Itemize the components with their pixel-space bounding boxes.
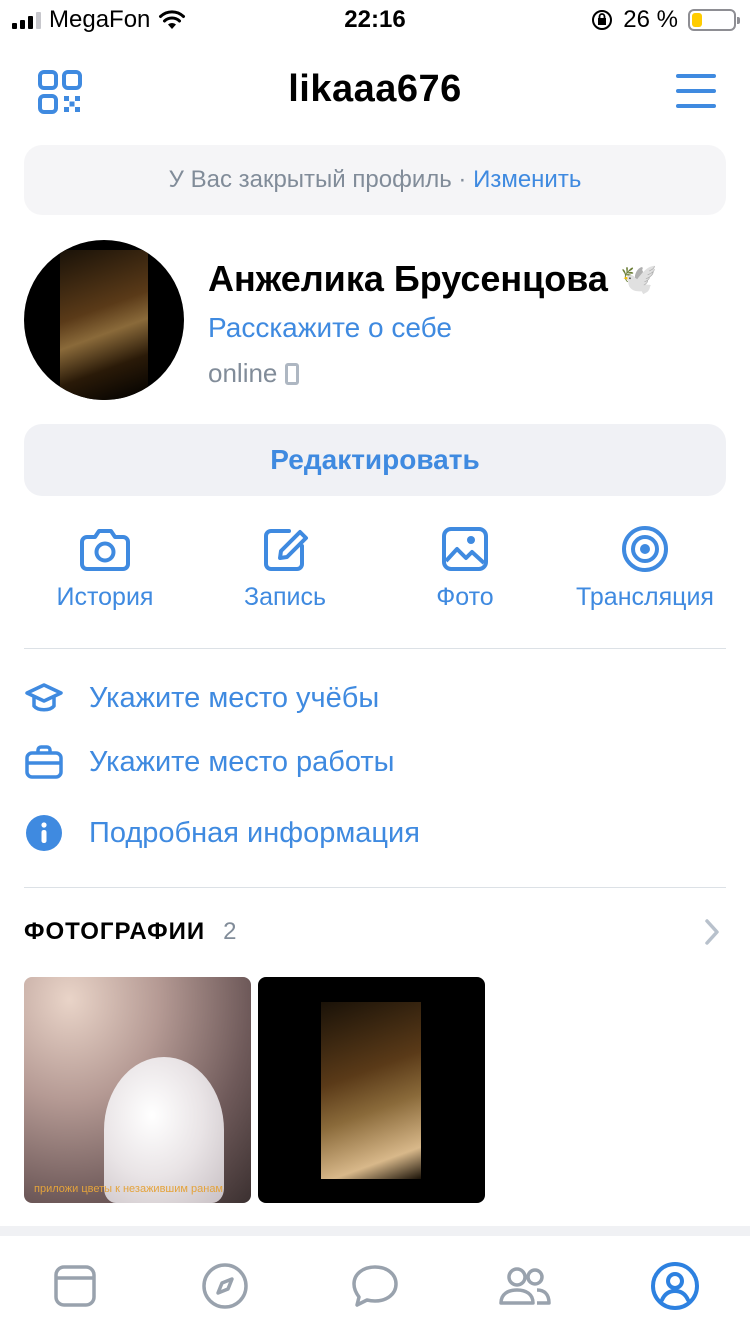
info-icon bbox=[26, 815, 62, 851]
online-status: online bbox=[208, 358, 300, 389]
action-post-label: Запись bbox=[243, 583, 327, 611]
tab-discover[interactable] bbox=[195, 1258, 255, 1314]
friends-icon bbox=[499, 1267, 551, 1305]
profile-icon bbox=[651, 1262, 699, 1310]
divider bbox=[24, 648, 726, 649]
menu-icon[interactable] bbox=[676, 74, 716, 108]
change-privacy-link[interactable]: Изменить bbox=[473, 166, 581, 193]
action-broadcast[interactable]: Трансляция bbox=[555, 525, 735, 612]
edit-profile-button[interactable]: Редактировать bbox=[24, 424, 726, 496]
photos-heading: ФОТОГРАФИИ bbox=[24, 918, 206, 945]
photos-count: 2 bbox=[223, 918, 237, 945]
feed-icon bbox=[54, 1265, 96, 1307]
rotation-lock-icon bbox=[592, 10, 613, 30]
page-title: likaaa676 bbox=[288, 68, 462, 110]
info-row-details[interactable]: Подробная информация bbox=[24, 808, 726, 858]
messages-icon bbox=[352, 1265, 398, 1307]
info-row-work[interactable]: Укажите место работы bbox=[24, 737, 726, 787]
action-broadcast-label: Трансляция bbox=[576, 583, 714, 611]
action-photo-label: Фото bbox=[436, 583, 494, 611]
battery-percent: 26 % bbox=[623, 6, 678, 33]
photo-icon bbox=[442, 527, 488, 571]
photo-caption: приложи цветы к незажившим ранам bbox=[34, 1183, 223, 1195]
profile-header: likaaa676 bbox=[0, 60, 750, 124]
action-story[interactable]: История bbox=[15, 525, 195, 612]
graduation-cap-icon bbox=[25, 683, 63, 712]
about-link[interactable]: Расскажите о себе bbox=[208, 312, 452, 344]
broadcast-icon bbox=[622, 526, 668, 572]
mobile-icon bbox=[285, 362, 300, 385]
tabbar-separator bbox=[0, 1226, 750, 1236]
info-education-label: Укажите место учёбы bbox=[89, 681, 380, 714]
tab-bar bbox=[0, 1236, 750, 1334]
briefcase-icon bbox=[25, 745, 63, 779]
avatar[interactable] bbox=[24, 240, 184, 400]
tab-profile[interactable] bbox=[645, 1258, 705, 1314]
status-right: 26 % bbox=[591, 6, 740, 34]
action-story-label: История bbox=[56, 583, 154, 611]
action-photo[interactable]: Фото bbox=[375, 525, 555, 612]
status-bar: MegaFon 22:16 26 % bbox=[0, 0, 750, 40]
action-post[interactable]: Запись bbox=[195, 525, 375, 612]
tab-feed[interactable] bbox=[45, 1258, 105, 1314]
info-details-label: Подробная информация bbox=[89, 816, 420, 849]
info-work-label: Укажите место работы bbox=[89, 745, 395, 778]
photo-thumbnail[interactable]: приложи цветы к незажившим ранам bbox=[24, 977, 251, 1203]
tab-messages[interactable] bbox=[345, 1258, 405, 1314]
camera-icon bbox=[80, 529, 130, 571]
battery-icon bbox=[688, 9, 740, 31]
quick-actions: История Запись Фото Трансляция bbox=[0, 525, 750, 625]
photos-section-header[interactable]: ФОТОГРАФИИ 2 bbox=[24, 912, 726, 952]
private-profile-text: У Вас закрытый профиль · bbox=[168, 166, 474, 193]
online-status-text: online bbox=[208, 358, 278, 388]
dove-emoji: 🕊️ bbox=[619, 262, 658, 296]
photo-thumbnail[interactable] bbox=[258, 977, 485, 1203]
info-row-education[interactable]: Укажите место учёбы bbox=[24, 673, 726, 723]
profile-name-row: Анжелика Брусенцова 🕊️ bbox=[208, 258, 657, 300]
compass-icon bbox=[202, 1263, 248, 1309]
private-profile-banner: У Вас закрытый профиль · Изменить bbox=[24, 145, 726, 215]
profile-name: Анжелика Брусенцова bbox=[208, 258, 608, 299]
divider bbox=[24, 887, 726, 888]
tab-friends[interactable] bbox=[495, 1258, 555, 1314]
edit-post-icon bbox=[264, 529, 308, 571]
chevron-right-icon bbox=[705, 919, 719, 945]
